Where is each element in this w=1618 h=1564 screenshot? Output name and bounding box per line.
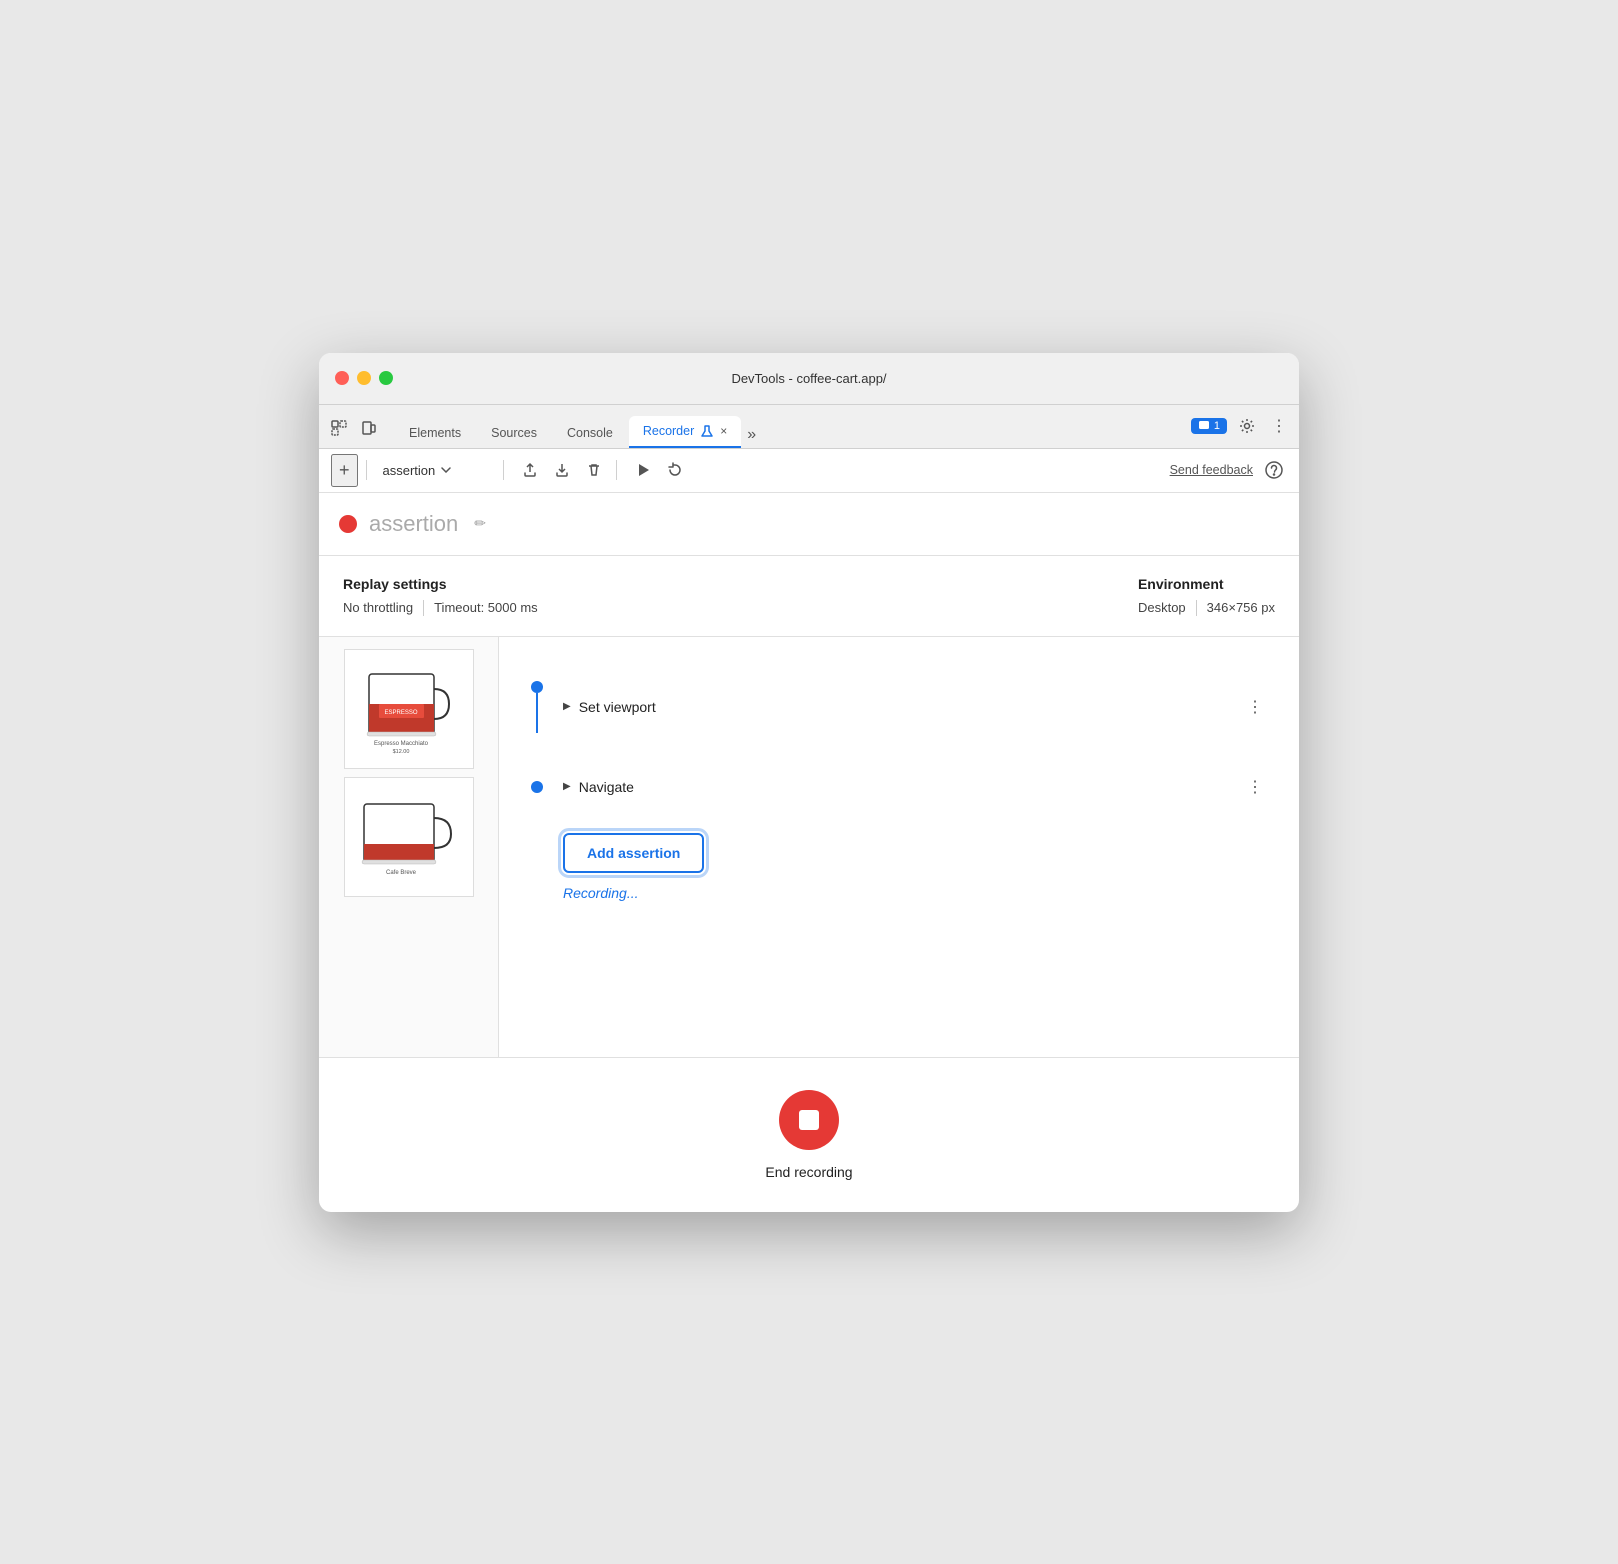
recording-selector[interactable]: assertion [375, 459, 495, 482]
step-content-1: ▶ Set viewport [563, 699, 656, 715]
end-recording-section: End recording [319, 1057, 1299, 1212]
svg-text:ESPRESSO: ESPRESSO [384, 710, 417, 716]
toolbar-right: Send feedback [1170, 457, 1287, 483]
recorder-flask-icon [700, 424, 714, 438]
step-arrow-2: ▶ [563, 781, 571, 792]
toolbar-separator-3 [616, 460, 617, 480]
preview-screenshot-2: Cafe Breve [344, 777, 474, 897]
tab-recorder[interactable]: Recorder × [629, 416, 741, 448]
end-recording-label: End recording [765, 1164, 852, 1180]
maximize-button[interactable] [379, 371, 393, 385]
step-dot-2 [531, 781, 543, 793]
tab-elements[interactable]: Elements [395, 418, 475, 448]
svg-text:Espresso Macchiato: Espresso Macchiato [373, 741, 428, 747]
replay-settings-values: No throttling Timeout: 5000 ms [343, 600, 538, 616]
step-menu-button-2[interactable]: ⋮ [1239, 773, 1271, 801]
recording-name: assertion [369, 511, 458, 537]
toolbar-separator-2 [503, 460, 504, 480]
step-content-2: ▶ Navigate [563, 779, 634, 795]
svg-text:Cafe Breve: Cafe Breve [385, 870, 416, 876]
replay-step-button[interactable] [661, 458, 689, 482]
gear-icon [1239, 418, 1255, 434]
tab-bar: Elements Sources Console Recorder × » 1 [319, 405, 1299, 449]
step-menu-button-1[interactable]: ⋮ [1239, 693, 1271, 721]
tab-console[interactable]: Console [553, 418, 627, 448]
environment-values: Desktop 346×756 px [1138, 600, 1275, 616]
toolbar-action-icons [516, 458, 608, 482]
settings-divider [423, 600, 424, 616]
title-bar: DevTools - coffee-cart.app/ [319, 353, 1299, 405]
window-title: DevTools - coffee-cart.app/ [731, 371, 886, 386]
preview-panel: ESPRESSO Espresso Macchiato $12.00 [319, 637, 499, 1057]
step-connector-2 [527, 781, 547, 793]
tab-sources[interactable]: Sources [477, 418, 551, 448]
stop-icon [799, 1110, 819, 1130]
replay-settings-label: Replay settings [343, 576, 538, 592]
step-arrow-1: ▶ [563, 701, 571, 712]
help-icon[interactable] [1261, 457, 1287, 483]
download-icon[interactable] [548, 458, 576, 482]
steps-panel: ▶ Set viewport ⋮ ▶ Navigate ⋮ Add assert… [499, 637, 1299, 1057]
step-row-set-viewport: ▶ Set viewport ⋮ [527, 661, 1271, 753]
delete-icon[interactable] [580, 458, 608, 482]
notifications-badge[interactable]: 1 [1191, 418, 1227, 434]
inspector-icon[interactable] [327, 416, 351, 440]
settings-icon[interactable] [1235, 414, 1259, 438]
play-icon [635, 462, 651, 478]
close-button[interactable] [335, 371, 349, 385]
environment-label: Environment [1138, 576, 1275, 592]
step-connector-1 [527, 681, 547, 733]
toolbar: + assertion [319, 449, 1299, 493]
minimize-button[interactable] [357, 371, 371, 385]
download-arrow-icon [554, 462, 570, 478]
add-recording-button[interactable]: + [331, 454, 358, 487]
timeout-value: Timeout: 5000 ms [434, 600, 538, 615]
add-assertion-button[interactable]: Add assertion [563, 833, 704, 873]
more-tabs-icon[interactable]: » [743, 422, 760, 448]
devtools-icons [327, 416, 381, 448]
tab-close-recorder[interactable]: × [720, 424, 727, 438]
tab-bar-right: 1 ⋮ [1191, 412, 1291, 448]
toolbar-playback-icons [629, 458, 689, 482]
replay-settings: Replay settings No throttling Timeout: 5… [343, 576, 538, 616]
step-label-2: Navigate [579, 779, 634, 795]
upload-icon [522, 462, 538, 478]
devtools-window: DevTools - coffee-cart.app/ Elements [319, 353, 1299, 1212]
settings-section: Replay settings No throttling Timeout: 5… [319, 556, 1299, 637]
environment-settings: Environment Desktop 346×756 px [1138, 576, 1275, 616]
device-toolbar-icon[interactable] [357, 416, 381, 440]
send-feedback-link[interactable]: Send feedback [1170, 463, 1253, 477]
step-row-navigate: ▶ Navigate ⋮ [527, 753, 1271, 821]
coffee-cup-svg-2: Cafe Breve [349, 796, 469, 881]
trash-icon [586, 462, 602, 478]
question-mark-icon [1265, 461, 1283, 479]
step-label-1: Set viewport [579, 699, 656, 715]
traffic-lights [335, 371, 393, 385]
stop-recording-button[interactable] [779, 1090, 839, 1150]
step-line-1 [536, 693, 538, 733]
add-assertion-section: Add assertion Recording... [527, 821, 1271, 909]
recording-status-text: Recording... [563, 885, 638, 901]
play-button[interactable] [629, 458, 657, 482]
viewport-type: Desktop [1138, 600, 1186, 615]
edit-recording-name-icon[interactable]: ✏ [474, 515, 486, 532]
recording-header: assertion ✏ [319, 493, 1299, 556]
toolbar-separator-1 [366, 460, 367, 480]
coffee-cup-svg-1: ESPRESSO Espresso Macchiato $12.00 [349, 659, 469, 759]
chat-icon [1198, 420, 1210, 432]
more-options-icon[interactable]: ⋮ [1267, 412, 1291, 440]
dimensions-value: 346×756 px [1207, 600, 1275, 615]
chevron-down-icon [441, 467, 451, 473]
preview-screenshot-1: ESPRESSO Espresso Macchiato $12.00 [344, 649, 474, 769]
svg-text:$12.00: $12.00 [392, 749, 409, 755]
main-content: ESPRESSO Espresso Macchiato $12.00 [319, 637, 1299, 1057]
environment-divider [1196, 600, 1197, 616]
replay-icon [667, 462, 683, 478]
recording-status-dot [339, 515, 357, 533]
step-dot-1 [531, 681, 543, 693]
throttle-value: No throttling [343, 600, 413, 615]
export-icon[interactable] [516, 458, 544, 482]
